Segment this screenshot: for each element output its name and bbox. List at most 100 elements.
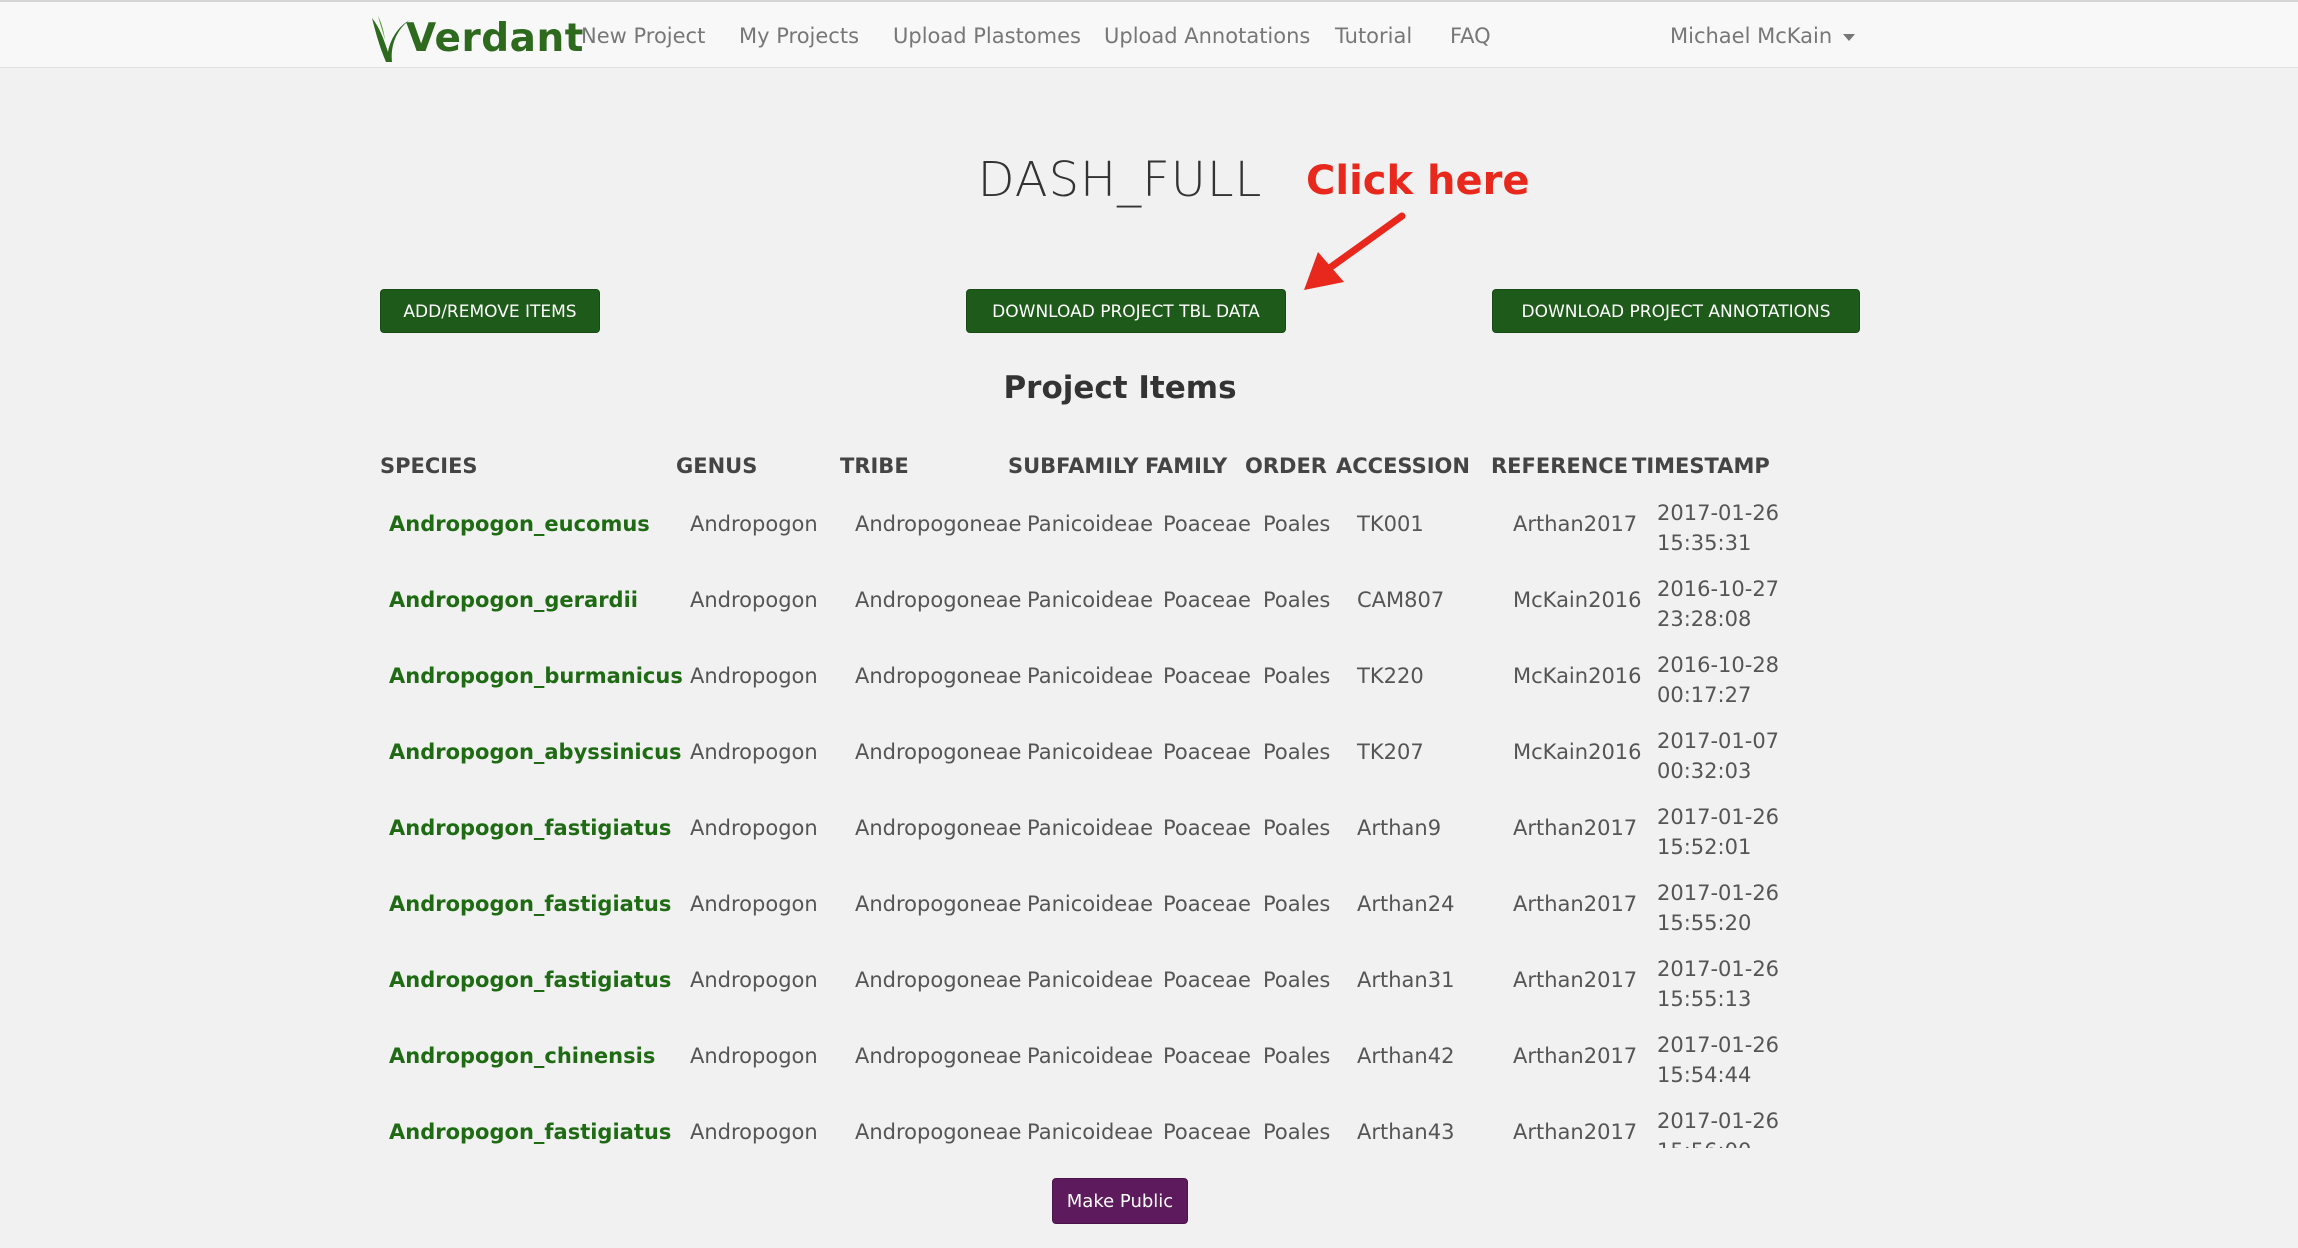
species-link[interactable]: Andropogon_fastigiatus [389,968,671,992]
timestamp-time: 15:52:01 [1657,835,1752,859]
timestamp-date: 2017-01-26 [1657,501,1780,525]
cell-tribe: Andropogoneae [855,816,1022,840]
cell-subfamily: Panicoideae [1027,1120,1153,1144]
table-row: Andropogon_fastigiatus Andropogon Andropog… [380,790,1780,866]
cell-timestamp: 2017-01-26 15:55:20 [1657,878,1779,938]
cell-family: Poaceae [1163,588,1251,612]
navbar: Verdant New Project My Projects Upload P… [0,0,2298,68]
cell-order: Poales [1263,892,1331,916]
cell-timestamp: 2017-01-26 15:52:01 [1657,802,1779,862]
nav-faq[interactable]: FAQ [1450,2,1491,70]
timestamp-date: 2017-01-26 [1657,1109,1780,1133]
timestamp-time: 15:54:44 [1657,1063,1752,1087]
timestamp-date: 2017-01-26 [1657,1033,1780,1057]
brand-name: Verdant [406,16,584,61]
cell-timestamp: 2017-01-26 15:35:31 [1657,498,1779,558]
species-link[interactable]: Andropogon_fastigiatus [389,1120,671,1144]
click-here-annotation: Click here [1306,158,1530,204]
nav-upload-annotations[interactable]: Upload Annotations [1104,2,1310,70]
header-order: ORDER [1245,454,1327,478]
brand-logo[interactable]: Verdant [368,8,584,64]
species-link[interactable]: Andropogon_fastigiatus [389,892,671,916]
table-row: Andropogon_gerardii Andropogon Andropogone… [380,562,1780,638]
cell-order: Poales [1263,740,1331,764]
cell-reference: Arthan2017 [1513,968,1638,992]
table-row: Andropogon_eucomus Andropogon Andropogonea… [380,486,1780,562]
cell-timestamp: 2017-01-26 15:54:44 [1657,1030,1779,1090]
cell-family: Poaceae [1163,740,1251,764]
header-accession: ACCESSION [1336,454,1470,478]
project-title: DASH_FULL [977,152,1263,208]
user-name: Michael McKain [1670,24,1833,48]
cell-accession: CAM807 [1357,588,1445,612]
cell-accession: TK207 [1357,740,1424,764]
cell-family: Poaceae [1163,1044,1251,1068]
header-species: SPECIES [380,454,478,478]
cell-order: Poales [1263,968,1331,992]
cell-genus: Andropogon [690,1044,818,1068]
timestamp-time: 00:17:27 [1657,683,1752,707]
species-link[interactable]: Andropogon_fastigiatus [389,816,671,840]
cell-timestamp: 2017-01-26 15:56:00 [1657,1106,1779,1148]
nav-my-projects[interactable]: My Projects [739,2,859,70]
timestamp-date: 2017-01-26 [1657,881,1780,905]
cell-accession: Arthan24 [1357,892,1455,916]
species-link[interactable]: Andropogon_eucomus [389,512,650,536]
cell-order: Poales [1263,512,1331,536]
download-annotations-button[interactable]: DOWNLOAD PROJECT ANNOTATIONS [1492,289,1860,333]
nav-tutorial[interactable]: Tutorial [1335,2,1412,70]
table-row: Andropogon_fastigiatus Andropogon Andropog… [380,1094,1780,1148]
species-link[interactable]: Andropogon_chinensis [389,1044,655,1068]
download-tbl-data-button[interactable]: DOWNLOAD PROJECT TBL DATA [966,289,1286,333]
nav-new-project[interactable]: New Project [581,2,705,70]
species-link[interactable]: Andropogon_abyssinicus [389,740,682,764]
timestamp-time: 15:56:00 [1657,1136,1779,1148]
cell-tribe: Andropogoneae [855,1120,1022,1144]
project-items-table: SPECIES GENUS TRIBE SUBFAMILY FAMILY ORD… [380,440,1780,1148]
cell-subfamily: Panicoideae [1027,1044,1153,1068]
cell-family: Poaceae [1163,1120,1251,1144]
cell-tribe: Andropogoneae [855,512,1022,536]
nav-upload-plastomes[interactable]: Upload Plastomes [893,2,1081,70]
timestamp-time: 23:28:08 [1657,607,1752,631]
cell-tribe: Andropogoneae [855,968,1022,992]
cell-timestamp: 2017-01-07 00:32:03 [1657,726,1779,786]
cell-family: Poaceae [1163,892,1251,916]
red-arrow-icon [1304,212,1406,290]
cell-accession: Arthan9 [1357,816,1442,840]
caret-down-icon [1842,33,1855,41]
cell-tribe: Andropogoneae [855,740,1022,764]
add-remove-items-button[interactable]: ADD/REMOVE ITEMS [380,289,600,333]
cell-tribe: Andropogoneae [855,664,1022,688]
cell-reference: McKain2016 [1513,664,1642,688]
table-row: Andropogon_burmanicus Andropogon Andropogo… [380,638,1780,714]
cell-family: Poaceae [1163,664,1251,688]
species-link[interactable]: Andropogon_gerardii [389,588,638,612]
timestamp-date: 2016-10-28 [1657,653,1780,677]
timestamp-time: 00:32:03 [1657,759,1752,783]
cell-order: Poales [1263,664,1331,688]
header-genus: GENUS [676,454,758,478]
cell-timestamp: 2016-10-28 00:17:27 [1657,650,1779,710]
cell-genus: Andropogon [690,816,818,840]
species-link[interactable]: Andropogon_burmanicus [389,664,683,688]
section-heading: Project Items [1003,370,1237,406]
cell-subfamily: Panicoideae [1027,512,1153,536]
cell-subfamily: Panicoideae [1027,740,1153,764]
cell-tribe: Andropogoneae [855,1044,1022,1068]
cell-tribe: Andropogoneae [855,892,1022,916]
cell-accession: Arthan31 [1357,968,1455,992]
cell-genus: Andropogon [690,1120,818,1144]
make-public-button[interactable]: Make Public [1052,1178,1188,1224]
user-menu-dropdown[interactable]: Michael McKain [1670,2,1855,70]
header-timestamp: TIMESTAMP [1632,454,1770,478]
cell-subfamily: Panicoideae [1027,816,1153,840]
cell-genus: Andropogon [690,512,818,536]
cell-family: Poaceae [1163,968,1251,992]
cell-accession: Arthan43 [1357,1120,1455,1144]
cell-family: Poaceae [1163,512,1251,536]
cell-order: Poales [1263,588,1331,612]
cell-family: Poaceae [1163,816,1251,840]
cell-reference: Arthan2017 [1513,892,1638,916]
cell-genus: Andropogon [690,740,818,764]
